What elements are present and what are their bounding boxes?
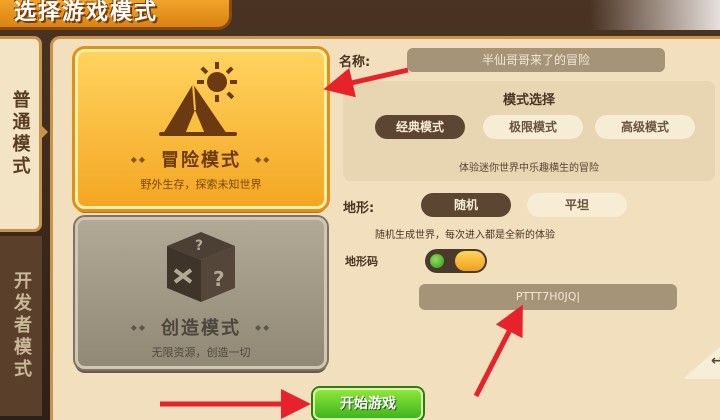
terrain-flat-button[interactable]: 平坦	[527, 193, 627, 217]
tab-normal-mode-label: 普通模式	[9, 90, 31, 178]
diamond-ornament-icon: ◆◆	[130, 322, 147, 332]
terrain-hint-text: 随机生成世界，每次进入都是全新的体验	[375, 230, 555, 241]
tab-developer-mode-label: 开发者模式	[11, 271, 32, 381]
name-label: 名称:	[339, 55, 371, 70]
terrain-random-button[interactable]: 随机	[421, 193, 511, 217]
creative-mode-description: 无限资源，创造一切	[151, 346, 251, 359]
diamond-ornament-icon: ◆◆	[255, 322, 272, 332]
seed-toggle[interactable]	[425, 249, 487, 273]
page-title-text: 选择游戏模式	[14, 0, 159, 25]
svg-text:?: ?	[195, 238, 203, 254]
page-title: 选择游戏模式	[0, 0, 232, 30]
adventure-mode-title-row: ◆◆ 冒险模式 ◆◆	[131, 146, 272, 172]
mode-select-box: 模式选择 经典模式 极限模式 高级模式 体验迷你世界中乐趣横生的冒险	[343, 81, 715, 181]
mode-settings-panel: ◆◆ 冒险模式 ◆◆ 野外生存，探索未知世界 ? ? ◆◆ 创造模式 ◆◆ 无限…	[50, 36, 720, 420]
diamond-ornament-icon: ◆◆	[130, 154, 147, 164]
creative-mode-name: 创造模式	[161, 318, 241, 339]
seed-input[interactable]: PTTT7H0JQ|	[419, 284, 677, 310]
extreme-mode-button[interactable]: 极限模式	[483, 115, 583, 139]
toggle-on-indicator-icon	[430, 254, 444, 268]
classic-mode-button[interactable]: 经典模式	[375, 115, 465, 139]
world-name-input[interactable]: 半仙哥哥来了的冒险	[407, 48, 665, 72]
svg-text:?: ?	[213, 267, 225, 291]
back-arrow-icon: ↩	[711, 353, 720, 369]
creative-mode-title-row: ◆◆ 创造模式 ◆◆	[131, 314, 272, 340]
seed-label: 地形码	[345, 255, 378, 268]
diamond-ornament-icon: ◆◆	[255, 154, 272, 164]
toggle-knob	[455, 251, 485, 271]
active-tab-caret-icon	[42, 126, 48, 138]
creative-mode-card[interactable]: ? ? ◆◆ 创造模式 ◆◆ 无限资源，创造一切	[75, 217, 327, 369]
start-game-button[interactable]: 开始游戏	[313, 388, 423, 420]
adventure-mode-description: 野外生存，探索未知世界	[140, 178, 262, 191]
mystery-box-icon: ? ?	[161, 228, 241, 310]
tab-developer-mode[interactable]: 开发者模式	[0, 236, 42, 416]
adventure-mode-name: 冒险模式	[161, 150, 241, 171]
start-game-button-label: 开始游戏	[340, 396, 396, 412]
game-screen: 选择游戏模式 普通模式 开发者模式 ◆◆ 冒险模式 ◆◆ 野外生存，探索未知世界…	[0, 0, 720, 420]
advanced-mode-button[interactable]: 高级模式	[595, 115, 695, 139]
background-fade	[590, 0, 720, 30]
mode-hint-text: 体验迷你世界中乐趣横生的冒险	[459, 163, 599, 174]
tab-normal-mode[interactable]: 普通模式	[0, 36, 42, 232]
tent-sun-icon	[155, 60, 247, 142]
mode-select-title: 模式选择	[502, 93, 555, 108]
terrain-label: 地形:	[343, 201, 375, 216]
adventure-mode-card[interactable]: ◆◆ 冒险模式 ◆◆ 野外生存，探索未知世界	[75, 49, 327, 209]
